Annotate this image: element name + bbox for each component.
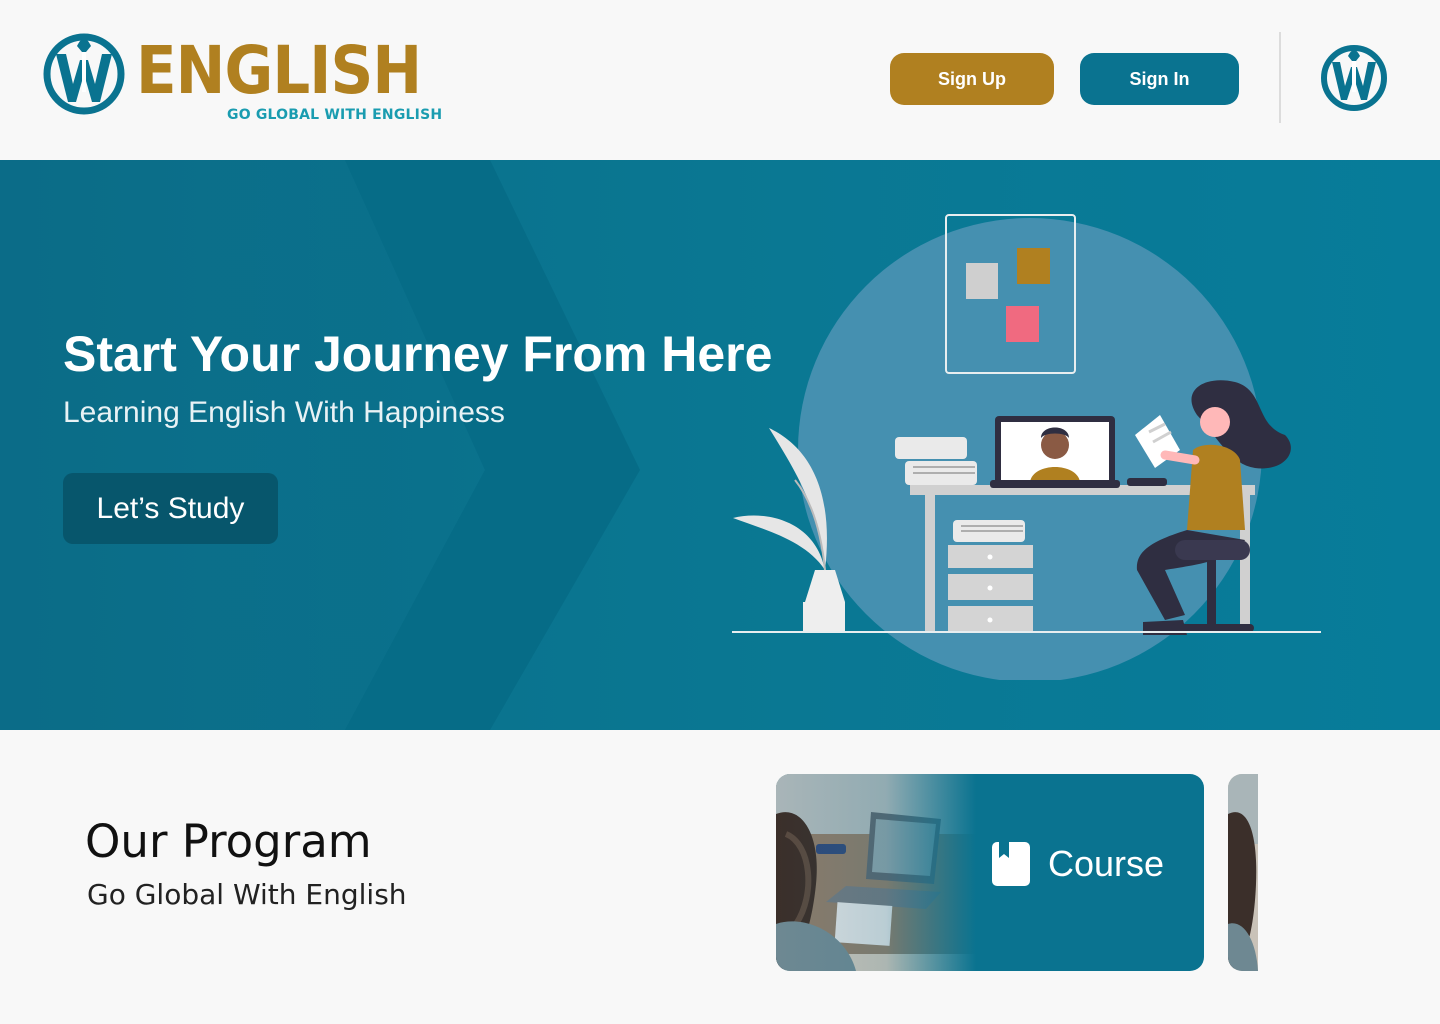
hero-banner: Start Your Journey From Here Learning En…	[0, 160, 1440, 730]
sign-in-button[interactable]: Sign In	[1080, 53, 1239, 105]
course-card-label: Course	[1048, 843, 1165, 884]
logo-tagline: GO GLOBAL WITH ENGLISH	[227, 107, 443, 123]
lets-study-button[interactable]: Let’s Study	[63, 473, 278, 544]
brand-logo[interactable]: ENGLISH GO GLOBAL WITH ENGLISH	[42, 32, 452, 127]
hero-title: Start Your Journey From Here	[63, 326, 773, 382]
hero-subtitle: Learning English With Happiness	[63, 396, 505, 429]
next-card-photo	[1228, 774, 1258, 971]
sign-up-button[interactable]: Sign Up	[890, 53, 1054, 105]
course-card[interactable]: Course	[776, 774, 1204, 971]
bookmark-book-icon	[992, 842, 1030, 886]
w-logo-icon	[43, 33, 125, 115]
header-divider	[1279, 32, 1281, 123]
course-card-photo	[776, 774, 976, 971]
site-header: ENGLISH GO GLOBAL WITH ENGLISH Sign Up S…	[0, 0, 1440, 160]
logo-wordmark: ENGLISH	[136, 32, 422, 109]
study-desk-illustration	[732, 214, 1321, 680]
program-subtitle: Go Global With English	[87, 878, 407, 911]
w-logo-icon[interactable]	[1320, 44, 1388, 112]
program-title: Our Program	[85, 815, 372, 868]
next-card-peek[interactable]	[1228, 774, 1258, 971]
